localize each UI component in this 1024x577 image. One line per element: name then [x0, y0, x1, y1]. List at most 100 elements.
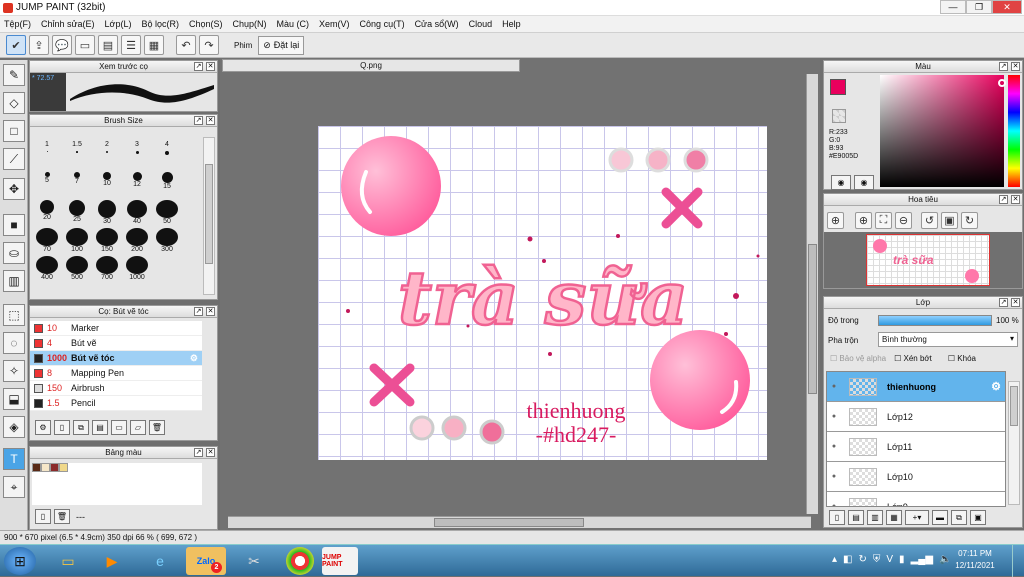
- brush-size-option[interactable]: 2: [92, 141, 122, 169]
- layer-row[interactable]: ● Lớp9: [827, 492, 1005, 506]
- tray-app-icon[interactable]: ◧: [843, 554, 852, 565]
- file-explorer-icon[interactable]: ▭: [48, 547, 88, 575]
- tray-update-icon[interactable]: ↻: [858, 554, 866, 565]
- color-picker-square[interactable]: [880, 75, 1004, 187]
- check-icon[interactable]: ✔: [6, 35, 26, 55]
- tray-expand-icon[interactable]: ▴: [832, 554, 837, 565]
- brush-size-option[interactable]: 500: [62, 253, 92, 281]
- float-icon[interactable]: ↗: [999, 62, 1008, 71]
- brush-size-option[interactable]: 200: [122, 225, 152, 253]
- fill-rect-tool-icon[interactable]: ■: [3, 214, 25, 236]
- menu-edit[interactable]: Chỉnh sửa(E): [41, 19, 95, 29]
- menu-cloud[interactable]: Cloud: [469, 19, 493, 29]
- visibility-icon[interactable]: ●: [827, 380, 841, 394]
- zoom-in-icon[interactable]: ⊕: [827, 212, 844, 229]
- menu-help[interactable]: Help: [502, 19, 521, 29]
- menu-capture[interactable]: Chụp(N): [233, 19, 267, 29]
- palette-swatch[interactable]: [50, 463, 59, 472]
- visibility-icon[interactable]: ●: [827, 440, 841, 454]
- artboard[interactable]: trà sữa thienhuong -#hd247-: [318, 126, 767, 460]
- primary-color-swatch[interactable]: [830, 79, 846, 95]
- internet-explorer-icon[interactable]: e: [140, 547, 180, 575]
- select-pen-icon[interactable]: ⬓: [3, 388, 25, 410]
- brush-size-option[interactable]: 400: [32, 253, 62, 281]
- panel-close-icon[interactable]: ✕: [206, 116, 215, 125]
- lasso-tool-icon[interactable]: ◌: [3, 332, 25, 354]
- menu-select[interactable]: Chọn(S): [189, 19, 223, 29]
- float-icon[interactable]: ↗: [999, 298, 1008, 307]
- brush-size-option[interactable]: 1000: [122, 253, 152, 281]
- undo-icon[interactable]: ↶: [176, 35, 196, 55]
- delete-palette-icon[interactable]: 🗑: [54, 509, 70, 524]
- menu-filter[interactable]: Bộ lọc(R): [141, 19, 179, 29]
- brush-size-option[interactable]: 700: [92, 253, 122, 281]
- float-icon[interactable]: ↗: [194, 307, 203, 316]
- chrome-icon[interactable]: [286, 547, 314, 575]
- brush-tool-icon[interactable]: ✎: [3, 64, 25, 86]
- new-palette-icon[interactable]: ▯: [35, 509, 51, 524]
- protect-alpha-checkbox[interactable]: ☐ Bảo vệ alpha: [830, 354, 886, 363]
- layer-property-icon[interactable]: ▦: [886, 510, 902, 525]
- copy-brush-icon[interactable]: ⧉: [73, 420, 89, 435]
- layer-add-menu-icon[interactable]: +▾: [905, 510, 929, 525]
- brush-list-item[interactable]: 1.5 Pencil: [30, 396, 202, 411]
- start-button[interactable]: ⊞: [4, 547, 36, 575]
- canvas-vertical-scrollbar[interactable]: [806, 74, 818, 514]
- select-rect-icon[interactable]: ⬚: [3, 304, 25, 326]
- color-mode-icon[interactable]: ◉: [831, 175, 851, 190]
- document-icon[interactable]: ▤: [98, 35, 118, 55]
- comment-icon[interactable]: 💬: [52, 35, 72, 55]
- brush-size-option[interactable]: 300: [152, 225, 182, 253]
- eraser-tool-icon[interactable]: ◇: [3, 92, 25, 114]
- layer-paste-icon[interactable]: ▥: [867, 510, 883, 525]
- brush-list-item[interactable]: 8 Mapping Pen: [30, 366, 202, 381]
- new-layer-icon[interactable]: ▯: [829, 510, 845, 525]
- navigator-view[interactable]: trà sữa: [824, 232, 1022, 288]
- layer-row[interactable]: ● Lớp10: [827, 462, 1005, 492]
- new-brush-icon[interactable]: ▯: [54, 420, 70, 435]
- brush-size-option[interactable]: 4: [152, 141, 182, 169]
- document-tab[interactable]: Q.png: [222, 59, 520, 72]
- palette-swatch[interactable]: [32, 463, 41, 472]
- menu-tools[interactable]: Công cụ(T): [360, 19, 405, 29]
- brush-size-option[interactable]: 40: [122, 197, 152, 225]
- menu-file[interactable]: Tệp(F): [4, 19, 31, 29]
- panel-close-icon[interactable]: ✕: [206, 448, 215, 457]
- fit-screen-icon[interactable]: ⛶: [875, 212, 892, 229]
- panel-close-icon[interactable]: ✕: [1011, 195, 1020, 204]
- hue-slider[interactable]: [1008, 75, 1020, 187]
- folder-open-icon[interactable]: ▱: [130, 420, 146, 435]
- zalo-icon[interactable]: Zalo 2: [186, 547, 226, 575]
- zoom-out-icon[interactable]: ⊖: [895, 212, 912, 229]
- snipping-tool-icon[interactable]: ✂: [234, 547, 274, 575]
- maximize-button[interactable]: ❐: [966, 0, 992, 14]
- line-tool-icon[interactable]: ⟋: [3, 148, 25, 170]
- layer-copy-icon[interactable]: ▤: [848, 510, 864, 525]
- layer-merge-icon[interactable]: ⧉: [951, 510, 967, 525]
- menu-view[interactable]: Xem(V): [319, 19, 350, 29]
- layer-row[interactable]: ● Lớp11: [827, 432, 1005, 462]
- brush-list-item[interactable]: 4 Bút vẽ: [30, 336, 202, 351]
- brush-gear-icon[interactable]: ⚙: [190, 353, 198, 364]
- tray-warning-icon[interactable]: V: [886, 554, 893, 565]
- brush-size-option[interactable]: 10: [92, 169, 122, 197]
- transparent-color-icon[interactable]: [832, 109, 846, 123]
- brush-size-option[interactable]: 15: [152, 169, 182, 197]
- select-eraser-icon[interactable]: ◈: [3, 416, 25, 438]
- brush-menu-icon[interactable]: ▤: [92, 420, 108, 435]
- layer-delete-icon[interactable]: ▣: [970, 510, 986, 525]
- color-wheel-icon[interactable]: ◉: [854, 175, 874, 190]
- reset-button[interactable]: ⊘ Đặt lại: [258, 35, 305, 55]
- layer-folder-icon[interactable]: ▬: [932, 510, 948, 525]
- brush-size-option[interactable]: 30: [92, 197, 122, 225]
- monitor-icon[interactable]: ▭: [75, 35, 95, 55]
- text-tool-icon[interactable]: T: [3, 448, 25, 470]
- tray-battery-icon[interactable]: ▮: [899, 554, 905, 565]
- float-icon[interactable]: ↗: [194, 448, 203, 457]
- rotate-left-icon[interactable]: ↺: [921, 212, 938, 229]
- bucket-tool-icon[interactable]: ⛀: [3, 242, 25, 264]
- reset-view-icon[interactable]: ▣: [941, 212, 958, 229]
- zoom-plus-icon[interactable]: ⊕: [855, 212, 872, 229]
- move-tool-icon[interactable]: ✥: [3, 178, 25, 200]
- brush-settings-icon[interactable]: ⚙: [35, 420, 51, 435]
